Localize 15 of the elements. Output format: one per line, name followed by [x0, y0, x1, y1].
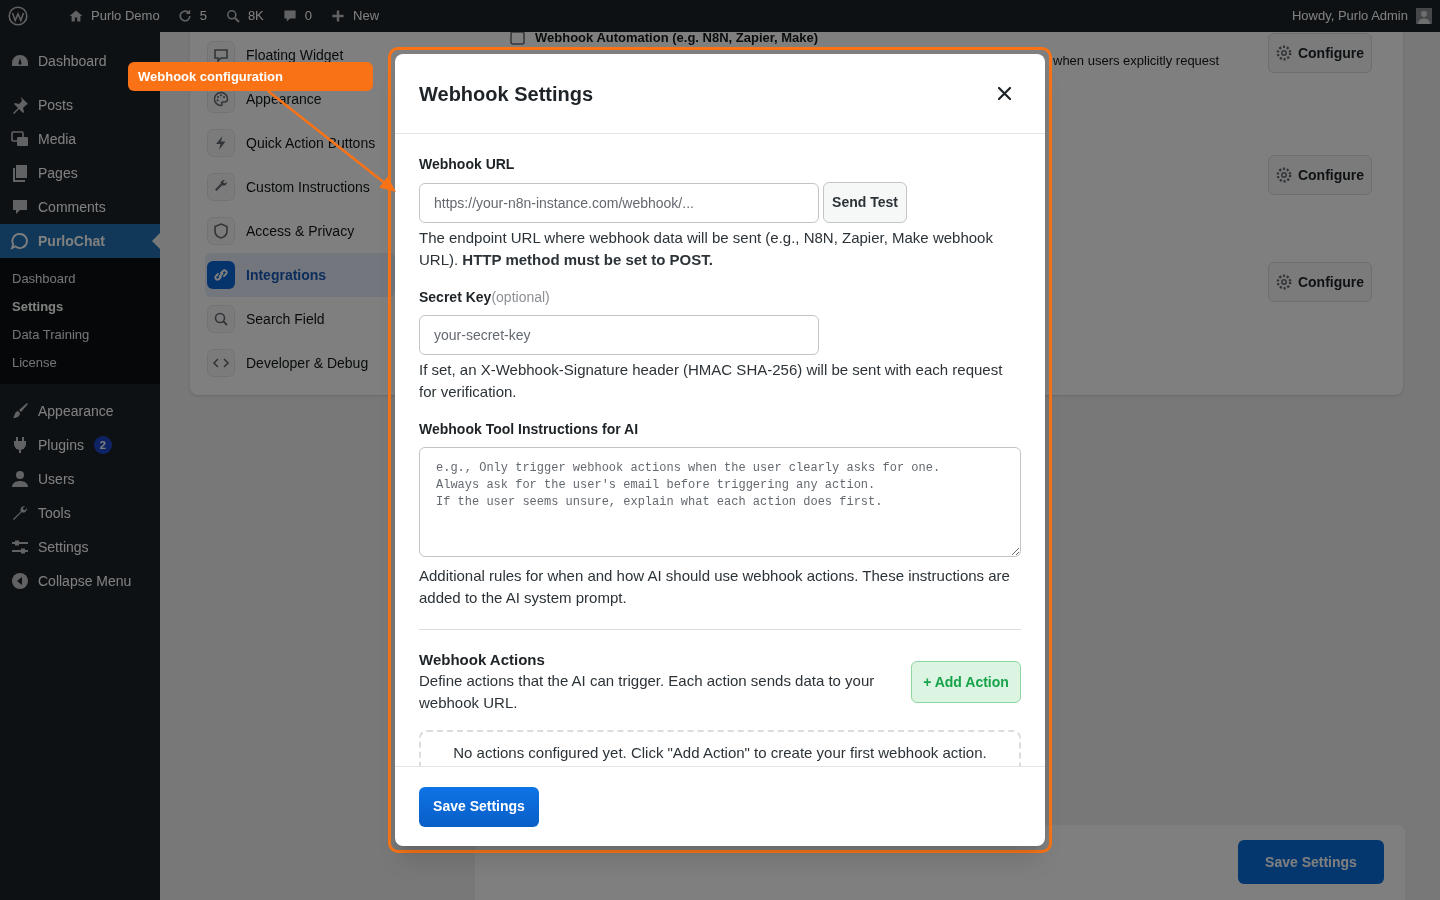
help-text: The endpoint URL where webhook data will be sent (e.g., N8N, Zapier, Make webhook URL). HTTP method must be set to POST.	[419, 228, 994, 270]
help-text: Additional rules for when and how AI should use webhook actions. These instructions are added to the AI system prompt.	[419, 566, 1011, 608]
optional-note: (optional)	[491, 288, 550, 307]
field-label: Webhook Tool Instructions for AI	[419, 420, 639, 439]
dialog-title: Webhook Settings	[419, 81, 594, 107]
help-text: If set, an X-Webhook-Signature header (HMAC SHA-256) will be sent with each request for verification.	[419, 360, 1004, 402]
section-description: Define actions that the AI can trigger. Each action sends data to your webhook URL.	[419, 671, 876, 713]
integration-description: when users explicitly request	[1053, 54, 1220, 68]
count-badge: 2	[93, 436, 112, 454]
section-title: Webhook Actions	[419, 650, 546, 670]
field-label: Secret Key	[419, 288, 492, 307]
empty-state-message: No actions configured yet. Click "Add Action" to create your first webhook action.	[452, 743, 988, 763]
annotation-label: Webhook configuration	[128, 62, 373, 91]
field-label: Webhook URL	[419, 155, 515, 174]
integration-title: Webhook Automation (e.g. N8N, Zapier, Make)	[535, 31, 819, 45]
